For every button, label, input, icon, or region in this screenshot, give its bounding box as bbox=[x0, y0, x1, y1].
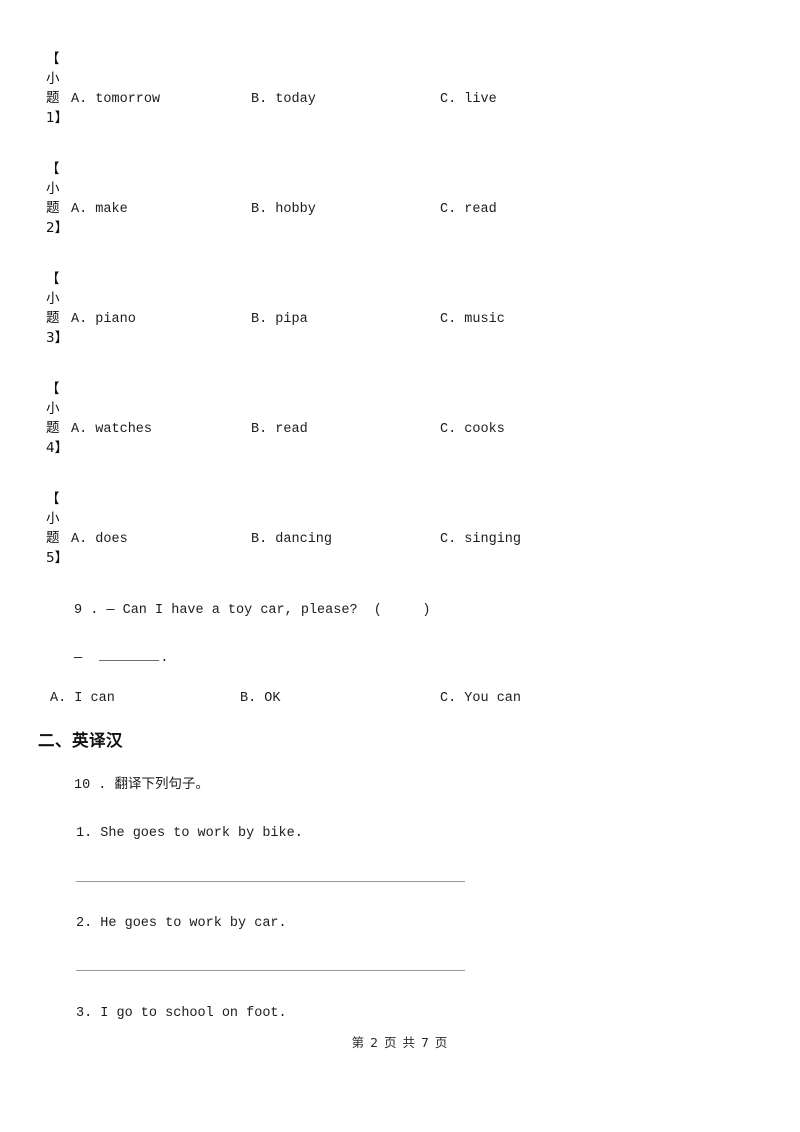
option-c-1[interactable]: C. live bbox=[440, 89, 497, 111]
option-b-4[interactable]: B. read bbox=[251, 419, 308, 441]
option-b-2[interactable]: B. hobby bbox=[251, 199, 316, 221]
sub-question-block-1: 【 小 题 1】 A. tomorrow B. today C. live bbox=[0, 50, 800, 160]
option-c-3[interactable]: C. music bbox=[440, 309, 505, 331]
option-a-5[interactable]: A. does bbox=[71, 529, 128, 551]
option-row-1: A. tomorrow B. today C. live bbox=[0, 89, 800, 111]
page-footer: 第 2 页 共 7 页 bbox=[351, 1035, 449, 1050]
option-row-2: A. make B. hobby C. read bbox=[0, 199, 800, 221]
document-page: 【 小 题 1】 A. tomorrow B. today C. live 【 … bbox=[0, 0, 800, 1132]
option-a-3[interactable]: A. piano bbox=[71, 309, 136, 331]
translation-item-2: 2. He goes to work by car. bbox=[76, 916, 287, 931]
option-a-2[interactable]: A. make bbox=[71, 199, 128, 221]
option-a-1[interactable]: A. tomorrow bbox=[71, 89, 160, 111]
option-row-5: A. does B. dancing C. singing bbox=[0, 529, 800, 551]
option-b-1[interactable]: B. today bbox=[251, 89, 316, 111]
option-a-4[interactable]: A. watches bbox=[71, 419, 152, 441]
sub-question-block-3: 【 小 题 3】 A. piano B. pipa C. music bbox=[0, 270, 800, 380]
question-9-option-a[interactable]: A. I can bbox=[50, 688, 115, 710]
question-9-answer-line: — . bbox=[74, 648, 168, 670]
option-c-5[interactable]: C. singing bbox=[440, 529, 521, 551]
translation-item-1: 1. She goes to work by bike. bbox=[76, 826, 303, 841]
option-row-3: A. piano B. pipa C. music bbox=[0, 309, 800, 331]
question-9-option-row: A. I can B. OK C. You can bbox=[0, 688, 800, 710]
section-heading-2: 二、英译汉 bbox=[38, 731, 123, 750]
answer-blank[interactable] bbox=[99, 648, 160, 661]
translation-item-3: 3. I go to school on foot. bbox=[76, 1006, 287, 1021]
option-row-4: A. watches B. read C. cooks bbox=[0, 419, 800, 441]
answer-dash: — bbox=[74, 651, 99, 666]
sub-question-block-4: 【 小 题 4】 A. watches B. read C. cooks bbox=[0, 380, 800, 490]
sub-question-block-2: 【 小 题 2】 A. make B. hobby C. read bbox=[0, 160, 800, 270]
option-b-5[interactable]: B. dancing bbox=[251, 529, 332, 551]
question-9-option-b[interactable]: B. OK bbox=[240, 688, 281, 710]
sub-question-block-5: 【 小 题 5】 A. does B. dancing C. singing bbox=[0, 490, 800, 600]
answer-rule-1[interactable] bbox=[76, 881, 465, 882]
question-9-option-c[interactable]: C. You can bbox=[440, 688, 521, 710]
question-9-stem: 9 . — Can I have a toy car, please? ( ) bbox=[74, 603, 431, 618]
option-b-3[interactable]: B. pipa bbox=[251, 309, 308, 331]
question-10-stem: 10 . 翻译下列句子。 bbox=[74, 778, 210, 793]
option-c-4[interactable]: C. cooks bbox=[440, 419, 505, 441]
answer-period: . bbox=[160, 651, 169, 666]
answer-rule-2[interactable] bbox=[76, 970, 465, 971]
option-c-2[interactable]: C. read bbox=[440, 199, 497, 221]
